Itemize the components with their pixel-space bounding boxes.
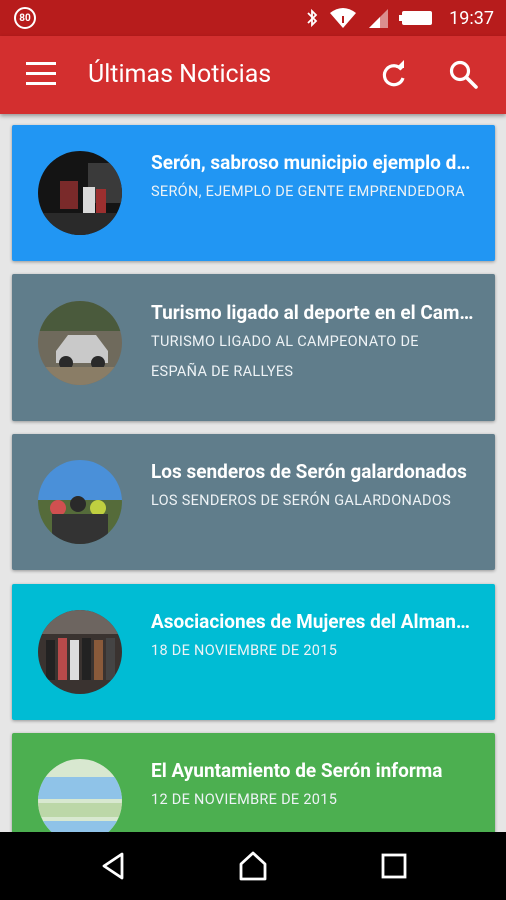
news-subtitle: SERÓN, EJEMPLO DE GENTE EMPRENDEDORA	[151, 183, 465, 200]
news-thumbnail	[38, 759, 122, 832]
news-card[interactable]: Asociaciones de Mujeres del Almanzora 18…	[12, 584, 495, 720]
news-card[interactable]: El Ayuntamiento de Serón informa 12 DE N…	[12, 733, 495, 832]
news-subtitle: 18 DE NOVIEMBRE DE 2015	[151, 642, 338, 659]
app-bar: Últimas Noticias	[0, 36, 506, 114]
notification-badge: 80	[14, 7, 36, 29]
news-list[interactable]: Serón, sabroso municipio ejemplo de gent…	[0, 114, 506, 832]
search-icon[interactable]	[447, 58, 481, 92]
news-thumbnail	[38, 151, 122, 235]
status-bar: 80 19:37	[0, 0, 506, 36]
news-card[interactable]: Turismo ligado al deporte en el Campeona…	[12, 274, 495, 421]
news-title: Turismo ligado al deporte en el Campeona…	[151, 301, 475, 324]
news-title: Asociaciones de Mujeres del Almanzora	[151, 610, 475, 633]
news-title: El Ayuntamiento de Serón informa	[151, 759, 443, 782]
back-icon[interactable]	[98, 850, 130, 882]
signal-icon	[369, 9, 389, 28]
news-subtitle: LOS SENDEROS DE SERÓN GALARDONADOS	[151, 492, 452, 509]
news-title: Serón, sabroso municipio ejemplo de gent…	[151, 151, 475, 174]
navigation-bar	[0, 832, 506, 900]
recents-icon[interactable]	[378, 850, 410, 882]
home-icon[interactable]	[237, 850, 269, 882]
news-title: Los senderos de Serón galardonados	[151, 460, 467, 483]
status-icons: 19:37	[305, 0, 494, 36]
news-thumbnail	[38, 301, 122, 385]
news-card[interactable]: Serón, sabroso municipio ejemplo de gent…	[12, 125, 495, 261]
refresh-icon[interactable]	[377, 58, 411, 92]
news-subtitle: TURISMO LIGADO AL CAMPEONATO DE ESPAÑA D…	[151, 333, 419, 380]
battery-icon	[399, 11, 433, 25]
wifi-icon	[330, 8, 357, 28]
news-thumbnail	[38, 460, 122, 544]
news-thumbnail	[38, 610, 122, 694]
menu-icon[interactable]	[26, 62, 58, 88]
news-subtitle: 12 DE NOVIEMBRE DE 2015	[151, 791, 338, 808]
clock: 19:37	[449, 7, 494, 29]
page-title: Últimas Noticias	[88, 60, 272, 89]
bluetooth-icon	[307, 8, 318, 28]
news-card[interactable]: Los senderos de Serón galardonados LOS S…	[12, 434, 495, 570]
